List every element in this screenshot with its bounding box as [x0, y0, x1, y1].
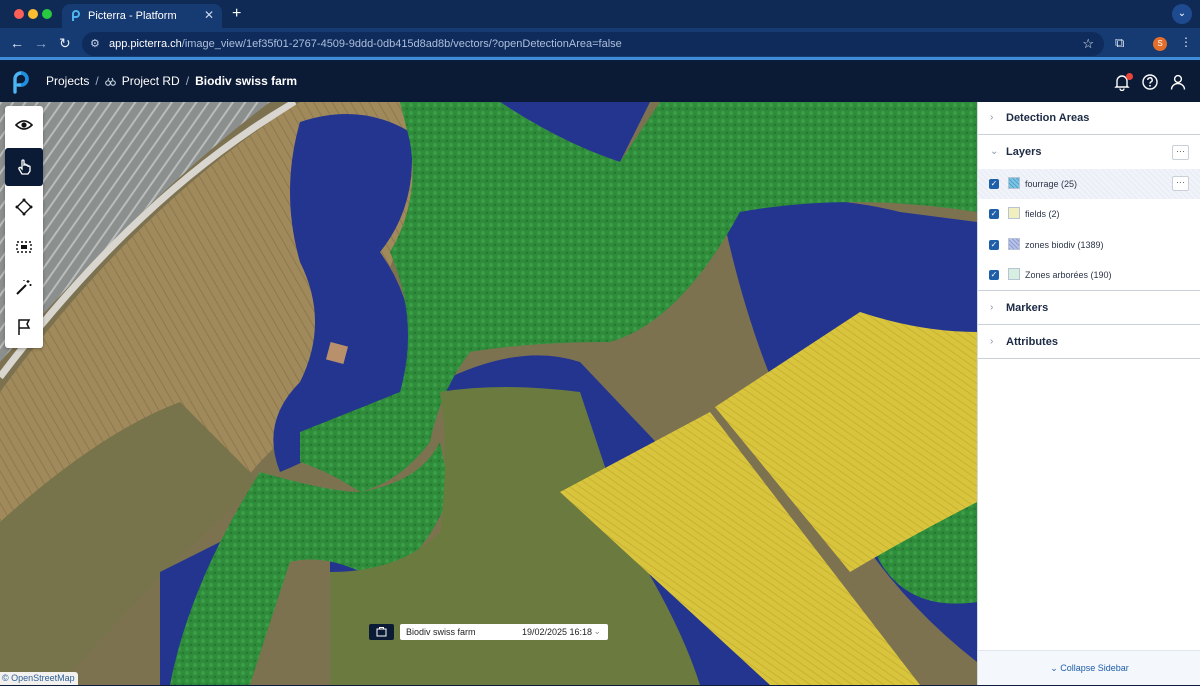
- layer-checkbox[interactable]: ✓: [989, 179, 999, 189]
- layer-name: fourrage (25): [1025, 179, 1078, 189]
- extensions-puzzle-icon[interactable]: ⧉: [1115, 35, 1124, 51]
- chevron-right-icon: ›: [990, 336, 994, 347]
- image-date: 19/02/2025 16:18: [522, 627, 593, 637]
- magic-wand-icon: [16, 280, 32, 295]
- selection-icon: [16, 241, 32, 253]
- markers-section[interactable]: › Markers: [978, 292, 1200, 325]
- map-attribution[interactable]: © OpenStreetMap: [0, 672, 78, 685]
- layer-row-zones-biodiv[interactable]: ✓ zones biodiv (1389): [978, 230, 1200, 260]
- collapse-sidebar-button[interactable]: ⌄ Collapse Sidebar: [978, 650, 1200, 685]
- tab-close-icon[interactable]: ✕: [204, 8, 214, 22]
- layer-row-zones-arborees[interactable]: ✓ Zones arborées (190): [978, 260, 1200, 291]
- layer-swatch: [1008, 238, 1020, 250]
- detection-areas-label: Detection Areas: [1006, 112, 1090, 124]
- attributes-section[interactable]: › Attributes: [978, 326, 1200, 359]
- double-chevron-down-icon: ⌄: [1050, 663, 1058, 673]
- layer-checkbox[interactable]: ✓: [989, 240, 999, 250]
- polygon-icon: [15, 198, 33, 216]
- breadcrumb-project[interactable]: Project RD: [122, 74, 180, 88]
- briefcase-icon: [376, 627, 387, 637]
- url-path: /image_view/1ef35f01-2767-4509-9ddd-0db4…: [181, 38, 622, 50]
- layers-section-header[interactable]: ⌄ Layers ···: [978, 136, 1200, 169]
- layer-name: fields (2): [1025, 209, 1060, 219]
- chevron-down-icon: ⌄: [990, 146, 999, 157]
- user-account-icon[interactable]: [1169, 73, 1187, 91]
- profile-avatar[interactable]: S: [1153, 37, 1167, 51]
- notification-badge: [1126, 73, 1133, 80]
- hand-pointer-icon: [18, 159, 31, 175]
- map-canvas[interactable]: [0, 102, 977, 685]
- bookmark-star-icon[interactable]: ☆: [1082, 36, 1094, 52]
- select-tool-button[interactable]: [5, 148, 43, 186]
- app-header: Projects / Project RD / Biodiv swiss far…: [0, 62, 1200, 102]
- breadcrumb-projects[interactable]: Projects: [46, 74, 89, 88]
- chevron-right-icon: ›: [990, 302, 994, 313]
- layer-swatch: [1008, 177, 1020, 189]
- browser-toolbar: ← → ↻ ⚙ app.picterra.ch/image_view/1ef35…: [0, 28, 1200, 60]
- browser-tab[interactable]: Picterra - Platform ✕: [62, 4, 222, 28]
- chevron-right-icon: ›: [990, 112, 994, 123]
- layer-row-fourrage[interactable]: ✓ fourrage (25) ···: [978, 169, 1200, 199]
- back-arrow-icon[interactable]: ←: [10, 35, 24, 51]
- detection-areas-section[interactable]: › Detection Areas: [978, 102, 1200, 135]
- close-window-button[interactable]: [14, 9, 24, 19]
- sidebar: › Detection Areas ⌄ Layers ··· ✓ fourrag…: [977, 102, 1200, 685]
- image-name: Biodiv swiss farm: [406, 627, 476, 637]
- browser-tab-bar: Picterra - Platform ✕ + ⌄: [0, 0, 1200, 28]
- binoculars-icon: [104, 77, 116, 86]
- polygon-tool-button[interactable]: [5, 188, 43, 226]
- layers-label: Layers: [1006, 146, 1042, 158]
- tab-search-chevron-icon[interactable]: ⌄: [1172, 4, 1192, 24]
- layer-name: zones biodiv (1389): [1025, 240, 1104, 250]
- minimize-window-button[interactable]: [28, 9, 38, 19]
- attributes-label: Attributes: [1006, 336, 1058, 348]
- markers-label: Markers: [1006, 302, 1049, 314]
- picterra-logo-icon[interactable]: [10, 70, 34, 94]
- page-title: Biodiv swiss farm: [195, 74, 298, 88]
- map-imagery[interactable]: [0, 102, 977, 685]
- layer-name: Zones arborées (190): [1025, 270, 1112, 280]
- layer-row-fields[interactable]: ✓ fields (2): [978, 199, 1200, 229]
- image-date-dropdown[interactable]: Biodiv swiss farm 19/02/2025 16:18 ⌄: [400, 624, 608, 640]
- layer-swatch: [1008, 207, 1020, 219]
- picterra-favicon-icon: [72, 10, 80, 21]
- flag-icon: [18, 319, 31, 335]
- layer-checkbox[interactable]: ✓: [989, 209, 999, 219]
- layers-more-button[interactable]: ···: [1172, 145, 1189, 160]
- view-tool-button[interactable]: [5, 106, 43, 144]
- map-toolbar: [5, 106, 43, 348]
- eye-icon: [15, 120, 33, 130]
- breadcrumb: Projects / Project RD / Biodiv swiss far…: [46, 74, 298, 88]
- site-settings-icon[interactable]: ⚙: [90, 37, 100, 50]
- rectangle-select-tool-button[interactable]: [5, 228, 43, 266]
- reload-icon[interactable]: ↻: [59, 35, 71, 52]
- image-picker-button[interactable]: [369, 624, 394, 640]
- tab-title: Picterra - Platform: [88, 10, 177, 22]
- maximize-window-button[interactable]: [42, 9, 52, 19]
- address-bar[interactable]: ⚙ app.picterra.ch/image_view/1ef35f01-27…: [82, 32, 1104, 56]
- layer-more-button[interactable]: ···: [1172, 176, 1189, 191]
- browser-menu-icon[interactable]: ⋮: [1180, 35, 1192, 49]
- collapse-sidebar-label: Collapse Sidebar: [1060, 663, 1129, 673]
- help-icon[interactable]: [1141, 73, 1159, 91]
- layer-swatch: [1008, 268, 1020, 280]
- magic-wand-tool-button[interactable]: [5, 268, 43, 306]
- marker-tool-button[interactable]: [5, 308, 43, 346]
- url-host: app.picterra.ch: [109, 38, 182, 50]
- layer-checkbox[interactable]: ✓: [989, 270, 999, 280]
- chevron-down-icon: ⌄: [593, 626, 601, 636]
- forward-arrow-icon[interactable]: →: [34, 35, 48, 51]
- new-tab-button[interactable]: +: [232, 5, 241, 23]
